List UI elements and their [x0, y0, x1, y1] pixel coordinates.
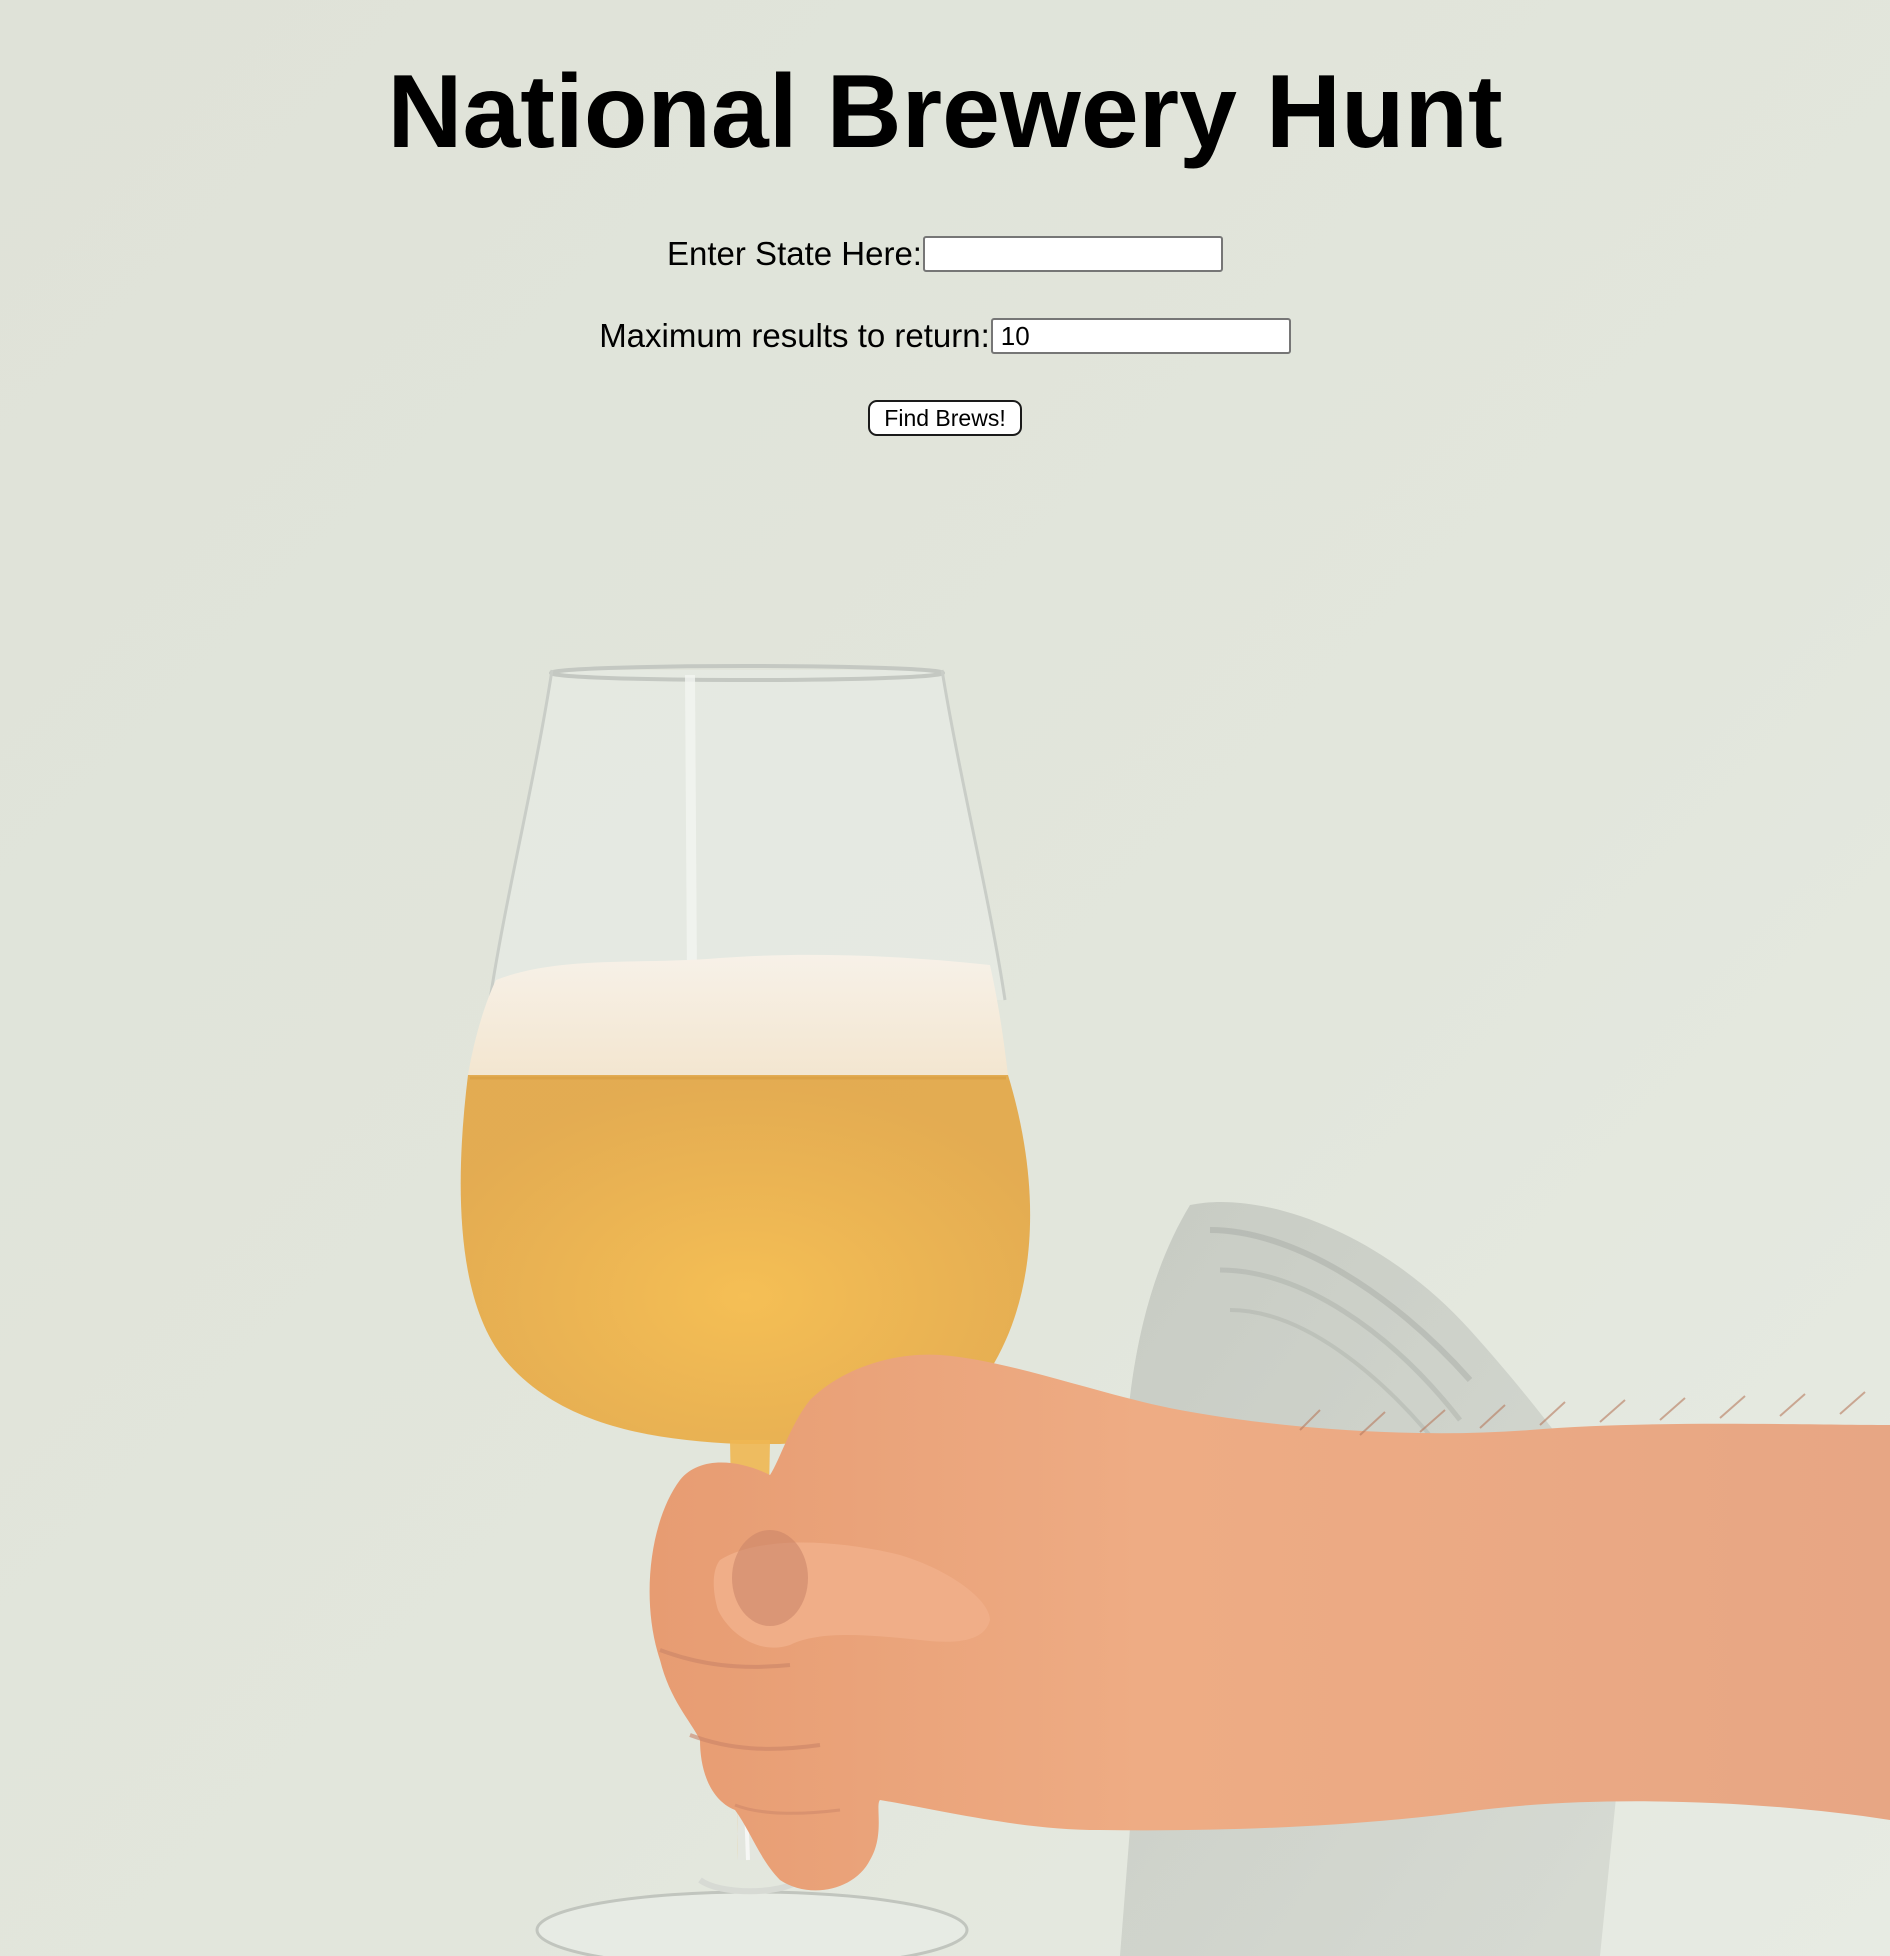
max-results-label: Maximum results to return:	[599, 317, 990, 354]
state-label: Enter State Here:	[667, 235, 922, 272]
state-row: Enter State Here:	[0, 234, 1890, 274]
max-results-input[interactable]	[990, 318, 1291, 354]
max-results-row: Maximum results to return:	[0, 316, 1890, 356]
page-title: National Brewery Hunt	[387, 54, 1503, 170]
state-input[interactable]	[922, 236, 1223, 272]
find-brews-button[interactable]: Find Brews!	[868, 400, 1022, 436]
submit-row: Find Brews!	[0, 400, 1890, 436]
background-photo	[0, 0, 1890, 1956]
